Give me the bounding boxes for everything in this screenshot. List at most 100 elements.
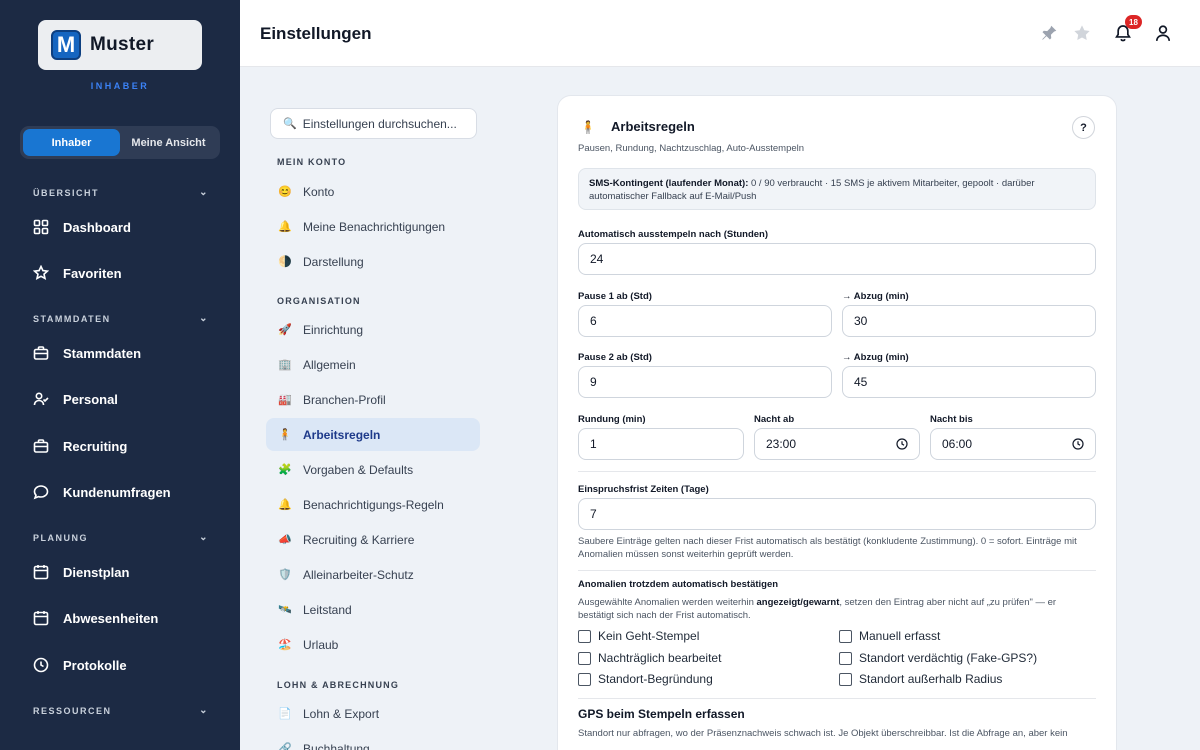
chevron-down-icon: ⌄: [199, 532, 209, 543]
toggle-inhaber[interactable]: Inhaber: [23, 129, 120, 156]
checkbox-fake-gps[interactable]: Standort verdächtig (Fake-GPS?): [839, 651, 1037, 665]
nav-kundenumfragen[interactable]: Kundenumfragen: [33, 484, 171, 500]
top-header: Einstellungen 18: [240, 0, 1200, 67]
factory-icon: 🏭: [278, 394, 292, 406]
pin-icon[interactable]: [1039, 23, 1059, 43]
settings-item-vorgaben[interactable]: 🧩 Vorgaben & Defaults: [266, 453, 480, 486]
nav-recruiting[interactable]: Recruiting: [33, 438, 127, 454]
rundung-input[interactable]: 1: [578, 428, 744, 460]
abzug1-value: 30: [854, 314, 868, 328]
bell-icon: 🔔: [278, 499, 292, 511]
nav-favoriten-label: Favoriten: [63, 265, 122, 281]
clock-icon[interactable]: [1072, 438, 1084, 450]
settings-item-darstellung[interactable]: 🌗 Darstellung: [266, 245, 480, 278]
settings-search-input[interactable]: 🔍 Einstellungen durchsuchen...: [270, 108, 477, 139]
checkbox-box[interactable]: [578, 629, 591, 643]
section-planung[interactable]: PLANUNG ⌄: [33, 532, 209, 543]
clock-icon: [33, 657, 49, 673]
pause1-input[interactable]: 6: [578, 305, 832, 337]
nav-dashboard[interactable]: Dashboard: [33, 219, 131, 235]
chevron-down-icon: ⌄: [199, 705, 209, 716]
nav-kundenumfragen-label: Kundenumfragen: [63, 484, 171, 500]
rocket-icon: 🚀: [278, 324, 292, 336]
checkbox-manuell-erfasst[interactable]: Manuell erfasst: [839, 629, 940, 643]
help-button[interactable]: ?: [1072, 116, 1095, 139]
chevron-down-icon: ⌄: [199, 187, 209, 198]
abzug1-input[interactable]: 30: [842, 305, 1096, 337]
settings-section-mein-konto: MEIN KONTO: [277, 157, 347, 167]
checkbox-kein-geht-stempel[interactable]: Kein Geht-Stempel: [578, 629, 699, 643]
settings-item-buchhaltung[interactable]: 🔗 Buchhaltung: [266, 732, 480, 750]
nacht-ab-input[interactable]: 23:00: [754, 428, 920, 460]
nacht-bis-value: 06:00: [942, 437, 973, 451]
checkbox-label: Standort-Begründung: [598, 672, 713, 686]
settings-item-benachrichtigungen[interactable]: 🔔 Meine Benachrichtigungen: [266, 210, 480, 243]
abzug2-label: → Abzug (min): [842, 352, 909, 363]
settings-item-einrichtung[interactable]: 🚀 Einrichtung: [266, 313, 480, 346]
logo[interactable]: M Muster: [38, 20, 202, 70]
section-uebersicht-label: ÜBERSICHT: [33, 187, 100, 198]
divider: [578, 471, 1096, 472]
pause2-label: Pause 2 ab (Std): [578, 352, 652, 363]
checkbox-nachtraeglich[interactable]: Nachträglich bearbeitet: [578, 651, 721, 665]
settings-item-alleinarbeiter[interactable]: 🛡️ Alleinarbeiter-Schutz: [266, 558, 480, 591]
section-stammdaten[interactable]: STAMMDATEN ⌄: [33, 313, 209, 324]
checkbox-box[interactable]: [839, 629, 852, 643]
nacht-bis-input[interactable]: 06:00: [930, 428, 1096, 460]
settings-item-konto[interactable]: 😊 Konto: [266, 175, 480, 208]
user-icon[interactable]: [1153, 23, 1173, 43]
anomalien-hint: Ausgewählte Anomalien werden weiterhin a…: [578, 596, 1088, 622]
notification-bell[interactable]: 18: [1113, 15, 1142, 43]
page-title: Einstellungen: [260, 24, 372, 43]
toggle-meine-ansicht[interactable]: Meine Ansicht: [120, 129, 217, 156]
nacht-ab-value: 23:00: [766, 437, 797, 451]
nav-stammdaten[interactable]: Stammdaten: [33, 345, 141, 361]
gps-title: GPS beim Stempeln erfassen: [578, 707, 745, 721]
smiley-icon: 😊: [278, 186, 292, 198]
settings-item-allgemein[interactable]: 🏢 Allgemein: [266, 348, 480, 381]
frist-value: 7: [590, 507, 597, 521]
settings-item-recruiting[interactable]: 📣 Recruiting & Karriere: [266, 523, 480, 556]
calendar-icon: [33, 565, 49, 580]
nav-stammdaten-label: Stammdaten: [63, 345, 142, 361]
anomalien-hint-a: Ausgewählte Anomalien werden weiterhin: [578, 597, 757, 608]
auto-out-value: 24: [590, 252, 604, 266]
checkbox-standort-begruendung[interactable]: Standort-Begründung: [578, 672, 713, 686]
person-icon: 🧍: [580, 120, 596, 134]
checkbox-box[interactable]: [839, 651, 852, 665]
nav-favoriten[interactable]: Favoriten: [33, 265, 122, 281]
frist-hint: Saubere Einträge gelten nach dieser Fris…: [578, 536, 1077, 560]
frist-input[interactable]: 7: [578, 498, 1096, 530]
section-ressourcen[interactable]: RESSOURCEN ⌄: [33, 705, 209, 716]
star-icon[interactable]: [1072, 23, 1092, 43]
checkbox-label: Standort verdächtig (Fake-GPS?): [859, 651, 1038, 665]
settings-item-branchen-profil[interactable]: 🏭 Branchen-Profil: [266, 383, 480, 416]
pause2-input[interactable]: 9: [578, 366, 832, 398]
nav-abwesenheiten[interactable]: Abwesenheiten: [33, 610, 158, 626]
star-icon: [33, 265, 49, 281]
nav-protokolle[interactable]: Protokolle: [33, 657, 127, 673]
checkbox-label: Kein Geht-Stempel: [598, 629, 700, 643]
abzug1-label: → Abzug (min): [842, 291, 909, 302]
pause1-label: Pause 1 ab (Std): [578, 291, 652, 302]
nav-dienstplan[interactable]: Dienstplan: [33, 564, 129, 580]
section-uebersicht[interactable]: ÜBERSICHT ⌄: [33, 187, 209, 198]
settings-item-arbeitsregeln[interactable]: 🧍 Arbeitsregeln: [266, 418, 480, 451]
settings-item-urlaub[interactable]: 🏖️ Urlaub: [266, 628, 480, 661]
beach-icon: 🏖️: [278, 639, 292, 651]
checkbox-box[interactable]: [839, 672, 852, 686]
search-icon: 🔍: [283, 118, 297, 130]
abzug2-input[interactable]: 45: [842, 366, 1096, 398]
card-title: Arbeitsregeln: [611, 119, 695, 134]
nav-personal[interactable]: Personal: [33, 391, 118, 407]
checkbox-ausserhalb-radius[interactable]: Standort außerhalb Radius: [839, 672, 1002, 686]
sms-quota-info: SMS-Kontingent (laufender Monat): 0 / 90…: [578, 168, 1096, 210]
auto-out-input[interactable]: 24: [578, 243, 1096, 275]
checkbox-box[interactable]: [578, 672, 591, 686]
settings-item-lohn-export[interactable]: 📄 Lohn & Export: [266, 697, 480, 730]
nav-abwesenheiten-label: Abwesenheiten: [63, 610, 159, 626]
settings-item-leitstand[interactable]: 🛰️ Leitstand: [266, 593, 480, 626]
clock-icon[interactable]: [896, 438, 908, 450]
checkbox-box[interactable]: [578, 651, 591, 665]
settings-item-benachrichtigungs-regeln[interactable]: 🔔 Benachrichtigungs-Regeln: [266, 488, 480, 521]
